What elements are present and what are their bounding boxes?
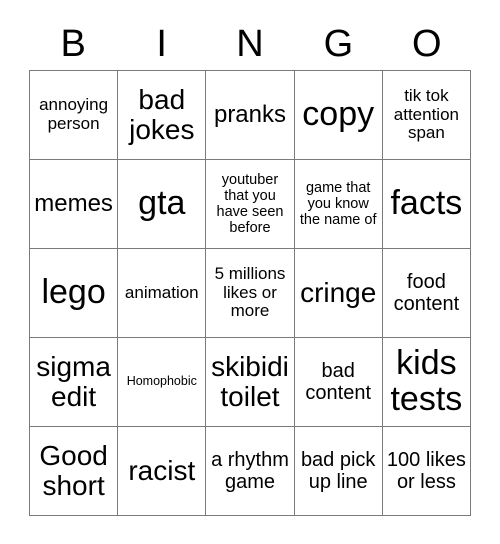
bingo-cell[interactable]: Homophobic <box>118 338 207 427</box>
bingo-cell-label: memes <box>34 190 113 218</box>
bingo-cell[interactable]: food content <box>382 249 471 338</box>
bingo-cell-label: bad content <box>305 360 371 404</box>
bingo-cell[interactable]: copy <box>294 71 383 160</box>
bingo-cell[interactable]: animation <box>118 249 207 338</box>
bingo-cell-label: a rhythm game <box>211 449 289 493</box>
bingo-cell-label: tik tok attention span <box>393 85 459 143</box>
bingo-cell[interactable]: pranks <box>206 71 295 160</box>
bingo-cell[interactable]: skibidi toilet <box>206 338 295 427</box>
bingo-cell[interactable]: Good short <box>30 427 119 516</box>
bingo-cell[interactable]: cringe <box>294 249 383 338</box>
bingo-cell[interactable]: 100 likes or less <box>382 427 471 516</box>
bingo-cell-label: cringe <box>300 277 377 309</box>
bingo-cell-label: facts <box>390 184 463 223</box>
bingo-cell[interactable]: memes <box>30 160 119 249</box>
bingo-header-row: B I N G O <box>29 18 471 70</box>
bingo-cell[interactable]: game that you know the name of <box>294 160 383 249</box>
bingo-cell-label: pranks <box>213 101 287 129</box>
bingo-cell-label: Homophobic <box>126 374 197 389</box>
bingo-cell[interactable]: facts <box>382 160 471 249</box>
bingo-cell-label: youtuber that you have seen before <box>216 171 284 237</box>
bingo-cell[interactable]: lego <box>30 249 119 338</box>
bingo-cell-label: 100 likes or less <box>386 449 466 493</box>
bingo-cell[interactable]: a rhythm game <box>206 427 295 516</box>
bingo-cell-label: game that you know the name of <box>299 179 377 229</box>
bingo-cell-label: copy <box>302 95 375 134</box>
bingo-header-letter-b: B <box>60 23 86 65</box>
bingo-header-letter-g: G <box>323 23 354 65</box>
bingo-header-letter-o: O <box>412 23 442 65</box>
bingo-grid: annoying person bad jokes pranks copy tik to… <box>29 70 471 516</box>
bingo-cell[interactable]: 5 millions likes or more <box>206 249 295 338</box>
bingo-cell-label: 5 millions likes or more <box>214 263 286 321</box>
bingo-cell-label: bad jokes <box>129 84 195 145</box>
bingo-cell[interactable]: kids tests <box>382 338 471 427</box>
bingo-cell[interactable]: bad content <box>294 338 383 427</box>
bingo-cell-label: racist <box>128 455 196 487</box>
bingo-cell-label: skibidi toilet <box>211 351 289 412</box>
bingo-header-letter-i: I <box>156 23 167 65</box>
bingo-cell-label: kids tests <box>390 344 463 418</box>
bingo-cell-label: bad pick up line <box>300 449 376 493</box>
bingo-cell-label: lego <box>41 273 106 312</box>
bingo-cell[interactable]: sigma edit <box>30 338 119 427</box>
bingo-cell[interactable]: tik tok attention span <box>382 71 471 160</box>
bingo-cell[interactable]: bad pick up line <box>294 427 383 516</box>
bingo-cell[interactable]: youtuber that you have seen before <box>206 160 295 249</box>
bingo-cell-label: animation <box>124 282 199 302</box>
bingo-cell-label: Good short <box>39 440 108 501</box>
bingo-card: B I N G O annoying person bad jokes pranks… <box>0 0 500 544</box>
bingo-cell[interactable]: annoying person <box>30 71 119 160</box>
bingo-cell[interactable]: racist <box>118 427 207 516</box>
bingo-cell-label: gta <box>138 184 186 223</box>
bingo-header-letter-n: N <box>236 23 264 65</box>
bingo-cell-label: annoying person <box>39 95 109 133</box>
bingo-cell[interactable]: gta <box>118 160 207 249</box>
bingo-cell-label: food content <box>393 271 460 315</box>
bingo-cell[interactable]: bad jokes <box>118 71 207 160</box>
bingo-cell-label: sigma edit <box>36 351 111 412</box>
